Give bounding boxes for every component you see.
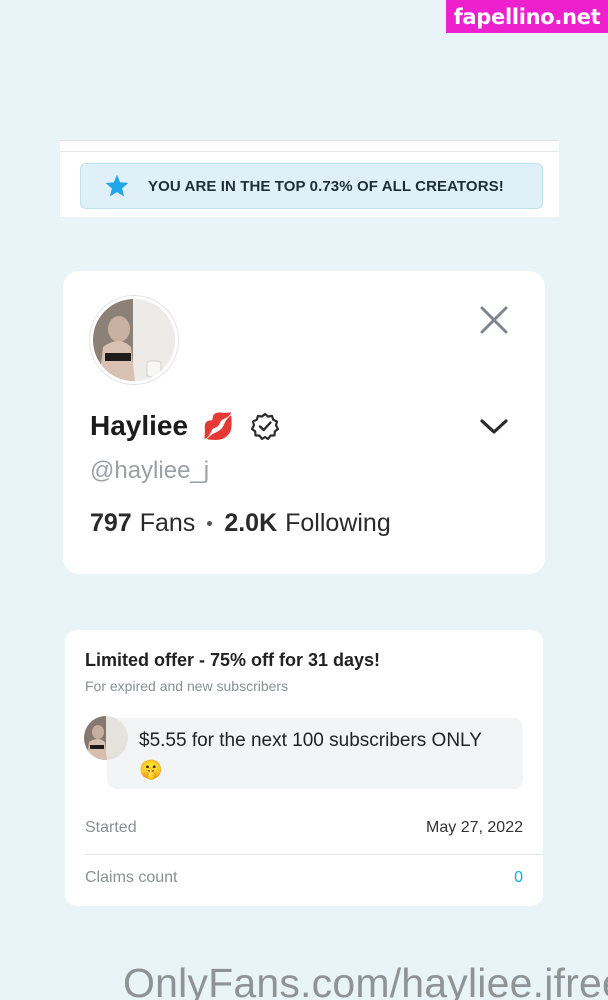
offer-avatar [84, 716, 128, 760]
kiss-icon: 💋 [202, 411, 235, 441]
offer-subtitle: For expired and new subscribers [85, 678, 289, 694]
banner-text: YOU ARE IN THE TOP 0.73% OF ALL CREATORS… [148, 177, 504, 195]
name-row: Hayliee 💋 [90, 410, 280, 442]
avatar[interactable] [90, 296, 178, 384]
divider [60, 151, 559, 152]
claims-label: Claims count [85, 869, 178, 886]
offer-card: Limited offer - 75% off for 31 days! For… [65, 630, 543, 906]
following-count: 2.0K [224, 509, 278, 537]
following-label[interactable]: Following [285, 509, 391, 538]
started-label: Started [85, 819, 137, 836]
profile-name: Hayliee [90, 410, 189, 441]
fans-count: 797 [90, 509, 132, 537]
offer-message: $5.55 for the next 100 subscribers ONLY … [139, 730, 482, 781]
star-icon [105, 174, 129, 197]
started-value: May 27, 2022 [426, 819, 523, 836]
watermark-logo: fapellino.net [446, 0, 608, 33]
chevron-down-icon[interactable] [479, 418, 509, 436]
profile-card: Hayliee 💋 @hayliee_j 797 Fans 2.0K Follo… [63, 271, 545, 574]
top-creator-banner: YOU ARE IN THE TOP 0.73% OF ALL CREATORS… [80, 163, 543, 209]
separator-dot [207, 521, 213, 526]
divider [85, 854, 543, 855]
offer-avatar-image [84, 716, 128, 760]
fans-label[interactable]: Fans [140, 509, 196, 538]
offer-title: Limited offer - 75% off for 31 days! [85, 650, 381, 670]
top-banner-container: YOU ARE IN THE TOP 0.73% OF ALL CREATORS… [60, 140, 559, 217]
watermark-url: OnlyFans.com/hayliee.jfree [123, 960, 608, 1000]
claims-row: Claims count 0 [85, 869, 523, 887]
started-row: Started May 27, 2022 [85, 819, 523, 837]
offer-message-bubble: $5.55 for the next 100 subscribers ONLY … [107, 718, 523, 789]
avatar-image [93, 299, 175, 381]
claims-value[interactable]: 0 [514, 869, 523, 887]
profile-handle: @hayliee_j [90, 457, 210, 484]
stats-row: 797 Fans 2.0K Following [90, 509, 391, 538]
close-icon[interactable] [479, 305, 509, 335]
verified-icon [251, 412, 280, 441]
